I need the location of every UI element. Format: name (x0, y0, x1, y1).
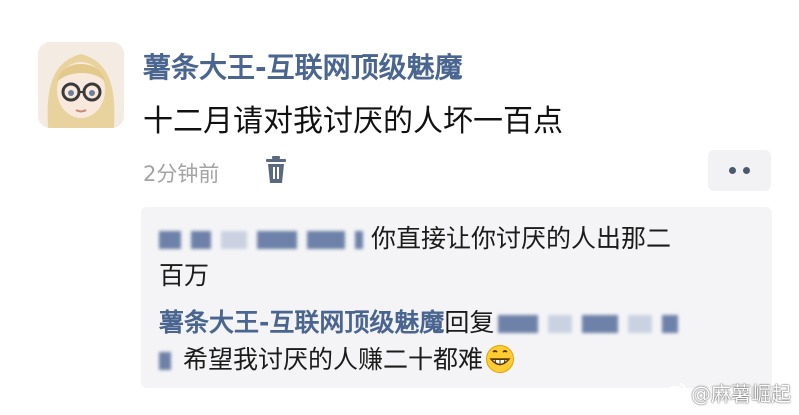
post-author-name[interactable]: 薯条大王-互联网顶级魅魔 (143, 46, 463, 86)
reply-text: 希望我讨厌的人赚二十都难 (183, 345, 484, 374)
weibo-logo-icon (665, 381, 687, 405)
reply-author-name[interactable]: 薯条大王-互联网顶级魅魔 (159, 308, 444, 337)
reply-word: 回复 (444, 308, 495, 337)
post-content: 十二月请对我讨厌的人坏一百点 (143, 104, 563, 139)
redacted-username (498, 315, 539, 333)
comment-text-continued: 百万 (159, 261, 210, 290)
watermark: @麻薯崛起 (665, 378, 791, 407)
avatar[interactable] (38, 42, 124, 128)
reply-item[interactable]: 薯条大王-互联网顶级魅魔回复 希望我讨厌的人赚二十都难 (159, 304, 759, 384)
grinning-face-emoji (485, 344, 515, 384)
comment-text: 你直接让你讨厌的人出那二 (371, 224, 672, 253)
comment-item[interactable]: 你直接让你讨厌的人出那二 百万 (159, 220, 759, 294)
trash-icon[interactable] (262, 155, 290, 185)
comment-section: 你直接让你讨厌的人出那二 百万 薯条大王-互联网顶级魅魔回复 希望我讨厌的人赚二… (141, 207, 772, 388)
redacted-username (159, 231, 181, 249)
more-options-button[interactable] (708, 150, 771, 191)
watermark-text: @麻薯崛起 (691, 382, 791, 406)
more-dots-icon (729, 167, 736, 174)
post-timestamp: 2分钟前 (143, 162, 220, 186)
